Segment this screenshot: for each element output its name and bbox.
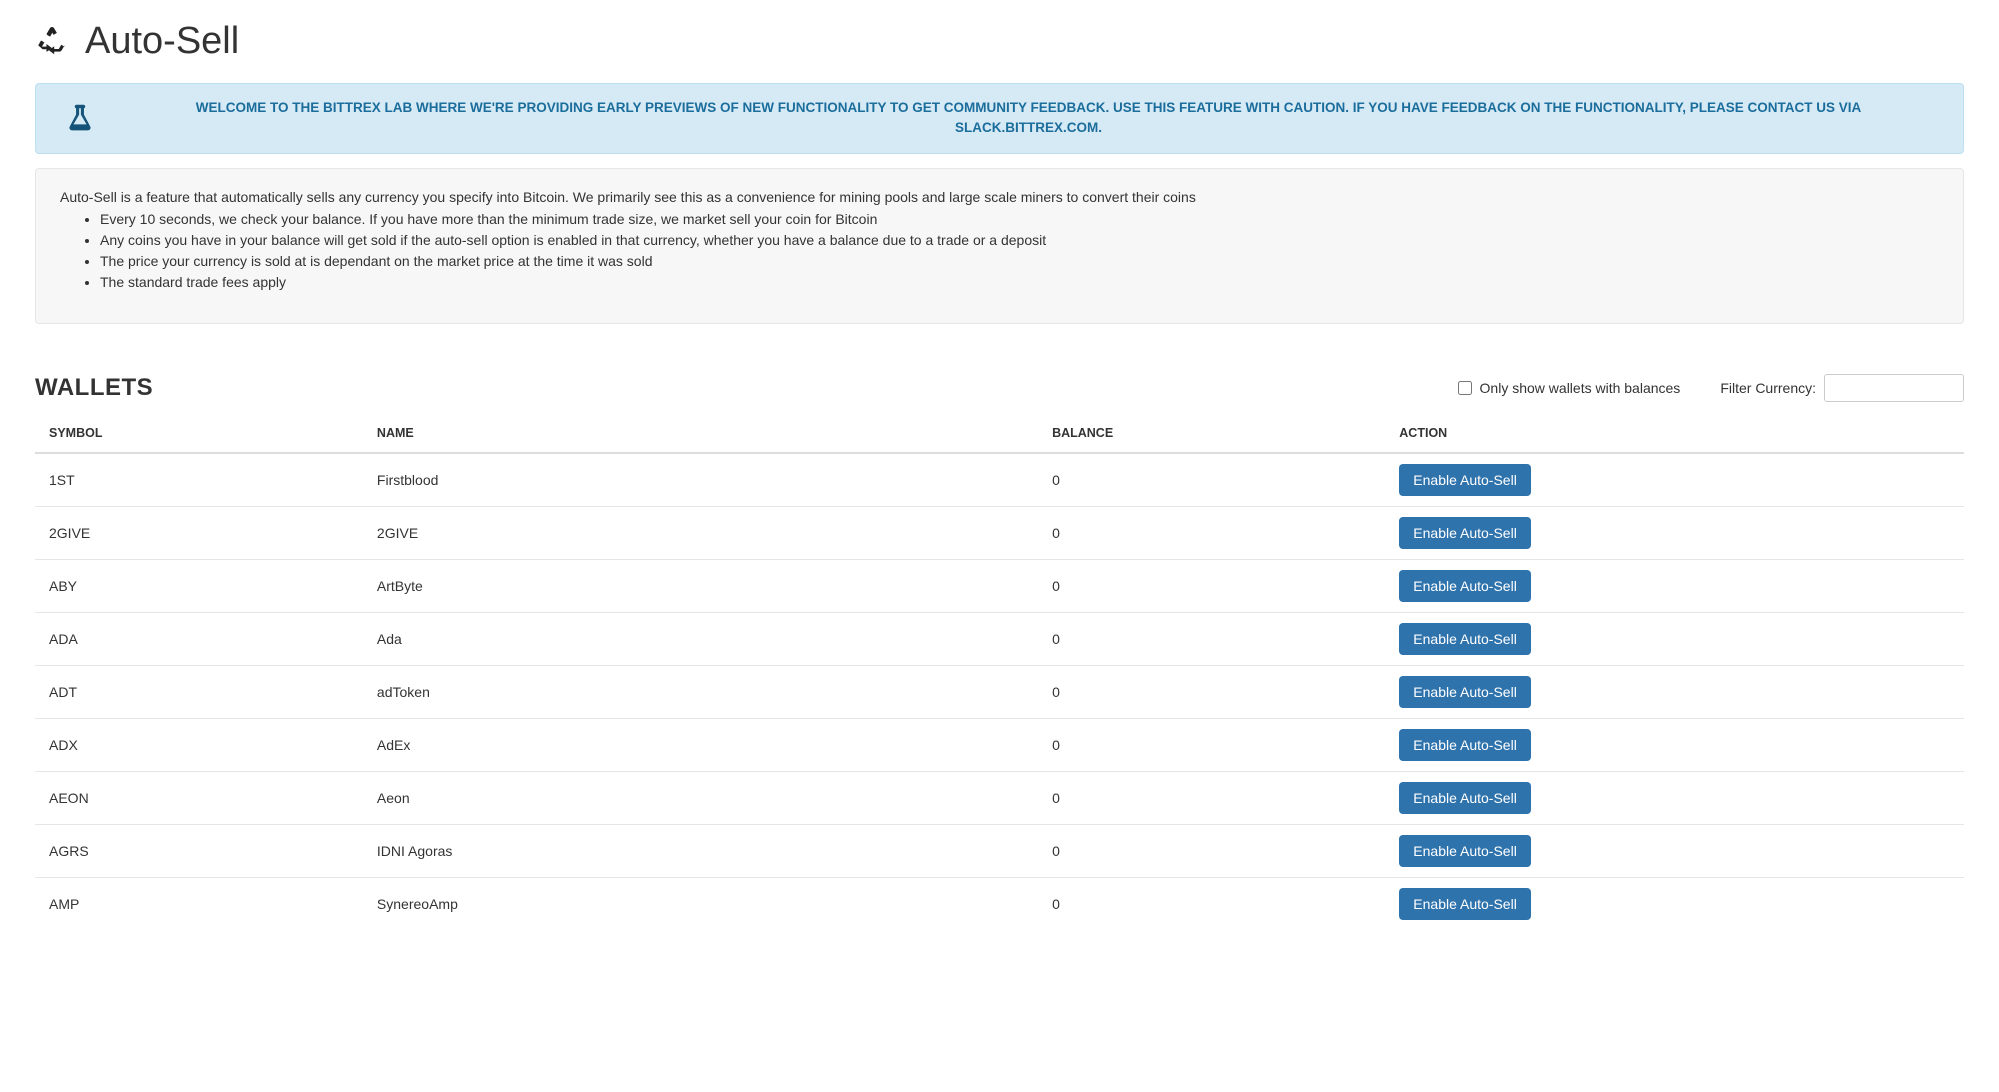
cell-balance: 0 bbox=[1038, 824, 1385, 877]
col-header-symbol[interactable]: SYMBOL bbox=[35, 414, 363, 453]
col-header-action: ACTION bbox=[1385, 414, 1964, 453]
cell-symbol: ADT bbox=[35, 665, 363, 718]
enable-auto-sell-button[interactable]: Enable Auto-Sell bbox=[1399, 835, 1531, 867]
table-row: AGRSIDNI Agoras0 Enable Auto-Sell bbox=[35, 824, 1964, 877]
cell-symbol: 2GIVE bbox=[35, 506, 363, 559]
description-panel: Auto-Sell is a feature that automaticall… bbox=[35, 168, 1964, 324]
cell-action: Enable Auto-Sell bbox=[1385, 771, 1964, 824]
cell-action: Enable Auto-Sell bbox=[1385, 612, 1964, 665]
cell-name: ArtByte bbox=[363, 559, 1038, 612]
cell-symbol: 1ST bbox=[35, 453, 363, 507]
cell-name: SynereoAmp bbox=[363, 877, 1038, 930]
cell-balance: 0 bbox=[1038, 877, 1385, 930]
lab-banner-link[interactable]: SLACK.BITTREX.COM bbox=[955, 120, 1098, 135]
cell-balance: 0 bbox=[1038, 612, 1385, 665]
wallets-table: SYMBOL NAME BALANCE ACTION 1STFirstblood… bbox=[35, 414, 1964, 930]
cell-name: 2GIVE bbox=[363, 506, 1038, 559]
cell-name: Ada bbox=[363, 612, 1038, 665]
description-bullet-list: Every 10 seconds, we check your balance.… bbox=[60, 209, 1939, 293]
cell-balance: 0 bbox=[1038, 771, 1385, 824]
cell-action: Enable Auto-Sell bbox=[1385, 824, 1964, 877]
cell-action: Enable Auto-Sell bbox=[1385, 665, 1964, 718]
lab-banner-text-suffix: . bbox=[1098, 120, 1102, 135]
enable-auto-sell-button[interactable]: Enable Auto-Sell bbox=[1399, 570, 1531, 602]
page-title-row: Auto-Sell bbox=[35, 20, 1964, 63]
col-header-name[interactable]: NAME bbox=[363, 414, 1038, 453]
lab-banner-text-prefix: WELCOME TO THE BITTREX LAB WHERE WE'RE P… bbox=[196, 100, 1862, 115]
recycle-icon bbox=[35, 23, 69, 60]
wallets-header-row: WALLETS Only show wallets with balances … bbox=[35, 374, 1964, 402]
description-bullet: The standard trade fees apply bbox=[100, 272, 1939, 293]
enable-auto-sell-button[interactable]: Enable Auto-Sell bbox=[1399, 729, 1531, 761]
lab-banner: WELCOME TO THE BITTREX LAB WHERE WE'RE P… bbox=[35, 83, 1964, 154]
cell-symbol: ADX bbox=[35, 718, 363, 771]
cell-name: AdEx bbox=[363, 718, 1038, 771]
only-show-balances-wrap[interactable]: Only show wallets with balances bbox=[1458, 380, 1681, 396]
cell-symbol: ABY bbox=[35, 559, 363, 612]
table-row: 2GIVE2GIVE0Enable Auto-Sell bbox=[35, 506, 1964, 559]
cell-balance: 0 bbox=[1038, 453, 1385, 507]
description-bullet: Any coins you have in your balance will … bbox=[100, 230, 1939, 251]
cell-action: Enable Auto-Sell bbox=[1385, 877, 1964, 930]
cell-action: Enable Auto-Sell bbox=[1385, 506, 1964, 559]
cell-name: adToken bbox=[363, 665, 1038, 718]
only-show-balances-checkbox[interactable] bbox=[1458, 381, 1472, 395]
description-bullet: Every 10 seconds, we check your balance.… bbox=[100, 209, 1939, 230]
wallets-section-title: WALLETS bbox=[35, 374, 153, 402]
wallets-controls: Only show wallets with balances Filter C… bbox=[1458, 374, 1964, 402]
enable-auto-sell-button[interactable]: Enable Auto-Sell bbox=[1399, 676, 1531, 708]
enable-auto-sell-button[interactable]: Enable Auto-Sell bbox=[1399, 782, 1531, 814]
cell-balance: 0 bbox=[1038, 559, 1385, 612]
description-intro: Auto-Sell is a feature that automaticall… bbox=[60, 189, 1939, 205]
table-row: AEONAeon0 Enable Auto-Sell bbox=[35, 771, 1964, 824]
cell-symbol: AEON bbox=[35, 771, 363, 824]
cell-name: Firstblood bbox=[363, 453, 1038, 507]
table-row: AMPSynereoAmp0 Enable Auto-Sell bbox=[35, 877, 1964, 930]
cell-symbol: ADA bbox=[35, 612, 363, 665]
only-show-balances-label: Only show wallets with balances bbox=[1480, 380, 1681, 396]
flask-icon bbox=[66, 103, 94, 134]
cell-action: Enable Auto-Sell bbox=[1385, 453, 1964, 507]
cell-name: IDNI Agoras bbox=[363, 824, 1038, 877]
cell-symbol: AGRS bbox=[35, 824, 363, 877]
enable-auto-sell-button[interactable]: Enable Auto-Sell bbox=[1399, 888, 1531, 920]
cell-action: Enable Auto-Sell bbox=[1385, 718, 1964, 771]
table-row: 1STFirstblood0 Enable Auto-Sell bbox=[35, 453, 1964, 507]
lab-banner-text: WELCOME TO THE BITTREX LAB WHERE WE'RE P… bbox=[124, 98, 1933, 139]
description-bullet: The price your currency is sold at is de… bbox=[100, 251, 1939, 272]
cell-name: Aeon bbox=[363, 771, 1038, 824]
cell-action: Enable Auto-Sell bbox=[1385, 559, 1964, 612]
cell-symbol: AMP bbox=[35, 877, 363, 930]
enable-auto-sell-button[interactable]: Enable Auto-Sell bbox=[1399, 623, 1531, 655]
filter-currency-input[interactable] bbox=[1824, 374, 1964, 402]
enable-auto-sell-button[interactable]: Enable Auto-Sell bbox=[1399, 464, 1531, 496]
page-title: Auto-Sell bbox=[85, 20, 239, 63]
col-header-balance[interactable]: BALANCE bbox=[1038, 414, 1385, 453]
enable-auto-sell-button[interactable]: Enable Auto-Sell bbox=[1399, 517, 1531, 549]
table-row: ADAAda0 Enable Auto-Sell bbox=[35, 612, 1964, 665]
table-row: ADTadToken0 Enable Auto-Sell bbox=[35, 665, 1964, 718]
filter-currency-label: Filter Currency: bbox=[1720, 380, 1816, 396]
wallets-table-header-row: SYMBOL NAME BALANCE ACTION bbox=[35, 414, 1964, 453]
cell-balance: 0 bbox=[1038, 718, 1385, 771]
filter-currency-wrap: Filter Currency: bbox=[1720, 374, 1964, 402]
cell-balance: 0 bbox=[1038, 506, 1385, 559]
table-row: ABYArtByte0 Enable Auto-Sell bbox=[35, 559, 1964, 612]
cell-balance: 0 bbox=[1038, 665, 1385, 718]
table-row: ADXAdEx0 Enable Auto-Sell bbox=[35, 718, 1964, 771]
